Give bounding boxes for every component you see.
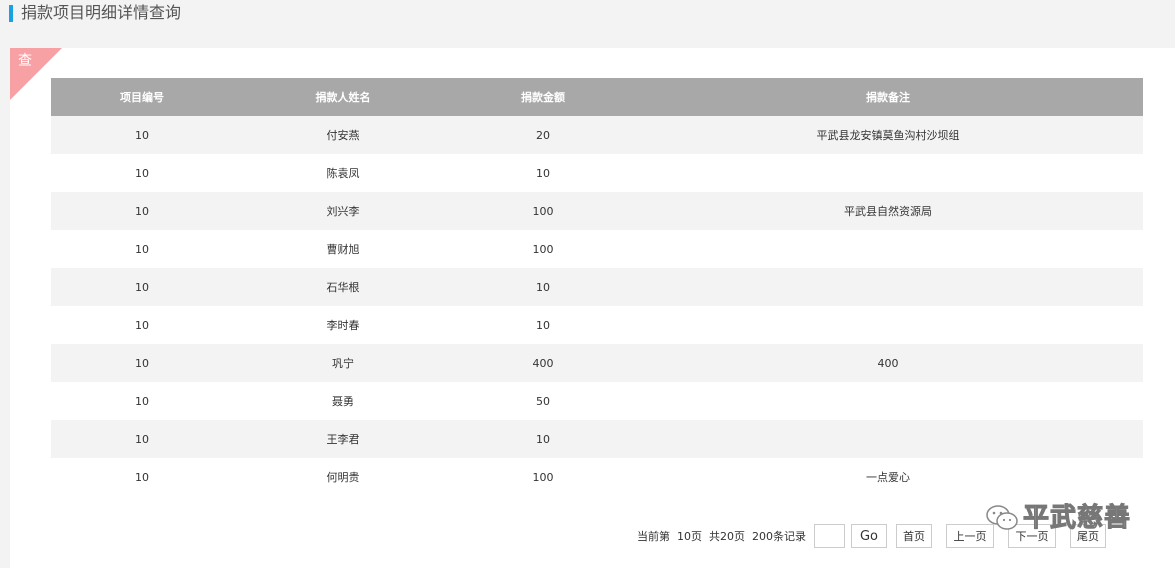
table-row: 10 曹财旭 100 <box>51 230 1143 268</box>
table-row: 10 石华根 10 <box>51 268 1143 306</box>
column-header-project-id: 项目编号 <box>51 78 233 116</box>
cell-amount: 10 <box>453 154 633 192</box>
cell-project-id: 10 <box>51 420 233 458</box>
cell-amount: 100 <box>453 458 633 496</box>
cell-amount: 20 <box>453 116 633 154</box>
donation-table: 项目编号 捐款人姓名 捐款金额 捐款备注 10 付安燕 20 平武县龙安镇莫鱼沟… <box>51 78 1143 496</box>
first-page-button[interactable]: 首页 <box>895 524 932 548</box>
column-header-donor-name: 捐款人姓名 <box>233 78 453 116</box>
cell-project-id: 10 <box>51 306 233 344</box>
cell-remark <box>633 420 1143 458</box>
page-number-input[interactable] <box>813 524 845 548</box>
column-header-amount: 捐款金额 <box>453 78 633 116</box>
cell-project-id: 10 <box>51 230 233 268</box>
pagination-info: 当前第 10页 共20页 200条记录 <box>637 530 806 543</box>
wechat-icon <box>986 505 1018 530</box>
cell-amount: 100 <box>453 230 633 268</box>
header-accent-bar <box>9 5 13 22</box>
cell-donor-name: 何明贵 <box>233 458 453 496</box>
cell-remark: 平武县自然资源局 <box>633 192 1143 230</box>
cell-remark <box>633 382 1143 420</box>
table-row: 10 聂勇 50 <box>51 382 1143 420</box>
page-header: 捐款项目明细详情查询 <box>0 0 1175 30</box>
cell-project-id: 10 <box>51 458 233 496</box>
cell-donor-name: 聂勇 <box>233 382 453 420</box>
cell-remark: 一点爱心 <box>633 458 1143 496</box>
go-button[interactable]: Go <box>850 524 887 548</box>
cell-project-id: 10 <box>51 154 233 192</box>
column-header-remark: 捐款备注 <box>633 78 1143 116</box>
cell-donor-name: 王李君 <box>233 420 453 458</box>
cell-donor-name: 付安燕 <box>233 116 453 154</box>
table-row: 10 刘兴李 100 平武县自然资源局 <box>51 192 1143 230</box>
cell-amount: 400 <box>453 344 633 382</box>
cell-remark <box>633 306 1143 344</box>
table-row: 10 陈袁凤 10 <box>51 154 1143 192</box>
cell-donor-name: 巩宁 <box>233 344 453 382</box>
watermark: 平武慈善 <box>985 498 1131 538</box>
cell-amount: 10 <box>453 420 633 458</box>
cell-amount: 50 <box>453 382 633 420</box>
cell-project-id: 10 <box>51 344 233 382</box>
cell-donor-name: 石华根 <box>233 268 453 306</box>
table-row: 10 李时春 10 <box>51 306 1143 344</box>
cell-remark <box>633 230 1143 268</box>
cell-amount: 10 <box>453 268 633 306</box>
cell-donor-name: 曹财旭 <box>233 230 453 268</box>
table-row: 10 王李君 10 <box>51 420 1143 458</box>
table-row: 10 何明贵 100 一点爱心 <box>51 458 1143 496</box>
cell-remark <box>633 154 1143 192</box>
results-panel: 查 项目编号 捐款人姓名 捐款金额 捐款备注 10 付安燕 20 平武县龙安镇莫… <box>10 48 1175 568</box>
cell-remark: 400 <box>633 344 1143 382</box>
table-header-row: 项目编号 捐款人姓名 捐款金额 捐款备注 <box>51 78 1143 116</box>
cell-project-id: 10 <box>51 382 233 420</box>
cell-amount: 10 <box>453 306 633 344</box>
cell-donor-name: 陈袁凤 <box>233 154 453 192</box>
query-corner-label: 查 <box>18 53 32 69</box>
table-row: 10 付安燕 20 平武县龙安镇莫鱼沟村沙坝组 <box>51 116 1143 154</box>
watermark-text: 平武慈善 <box>1022 503 1132 534</box>
cell-remark: 平武县龙安镇莫鱼沟村沙坝组 <box>633 116 1143 154</box>
cell-donor-name: 李时春 <box>233 306 453 344</box>
cell-amount: 100 <box>453 192 633 230</box>
cell-remark <box>633 268 1143 306</box>
cell-project-id: 10 <box>51 192 233 230</box>
cell-project-id: 10 <box>51 116 233 154</box>
page-title: 捐款项目明细详情查询 <box>21 3 182 22</box>
cell-donor-name: 刘兴李 <box>233 192 453 230</box>
table-row: 10 巩宁 400 400 <box>51 344 1143 382</box>
cell-project-id: 10 <box>51 268 233 306</box>
